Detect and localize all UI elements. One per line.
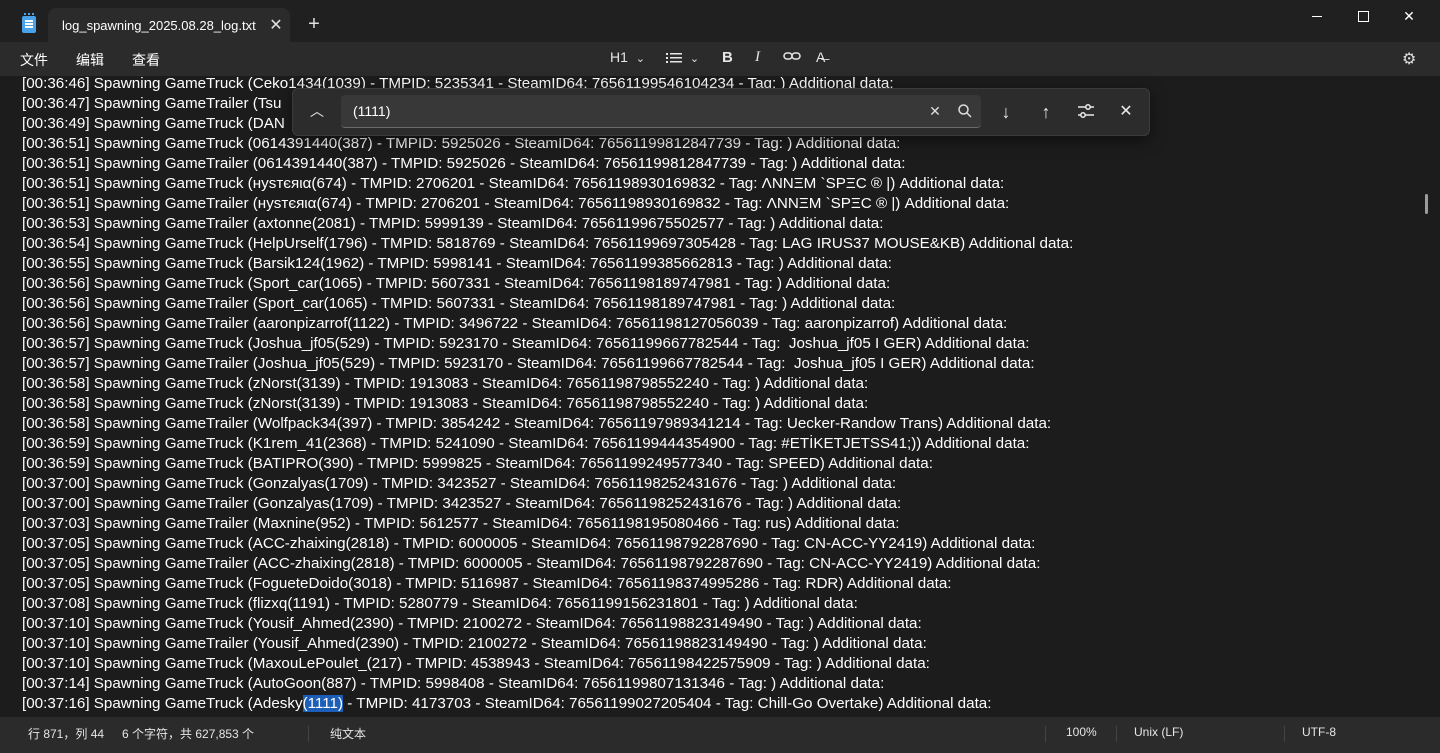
line-text-after: - TMPID: 4173703 - SteamID64: 7656119902…	[343, 695, 992, 712]
encoding[interactable]: UTF-8	[1302, 725, 1336, 739]
selection-count: 6 个字符，共 627,853 个	[122, 727, 255, 741]
divider	[1116, 726, 1117, 742]
text-mode[interactable]: 纯文本	[330, 725, 366, 742]
log-line: [00:36:58] Spawning GameTruck (zNorst(31…	[22, 395, 869, 412]
log-line: [00:36:51] Spawning GameTruck (нуsтєяια(…	[22, 175, 1005, 192]
log-line: [00:36:49] Spawning GameTruck (DAN	[22, 115, 285, 132]
log-line: [00:36:56] Spawning GameTruck (Sport_car…	[22, 275, 891, 292]
gear-icon[interactable]: ⚙	[1402, 49, 1416, 69]
list-icon	[666, 53, 682, 64]
log-line: [00:36:55] Spawning GameTruck (Barsik124…	[22, 255, 892, 272]
collapse-replace-toggle[interactable]: ︿	[307, 101, 327, 121]
menu-bar: 文件 编辑 查看 H1 ⌄ ⌄ B I A̶ ⚙	[0, 42, 1440, 76]
log-line: [00:36:47] Spawning GameTrailer (Tsu	[22, 95, 282, 112]
find-input[interactable]: (1111) ✕	[341, 95, 981, 128]
menu-edit[interactable]: 编辑	[76, 50, 104, 70]
list-dropdown[interactable]: ⌄	[666, 49, 699, 65]
new-tab-button[interactable]: +	[302, 12, 326, 36]
log-line: [00:37:03] Spawning GameTrailer (Maxnine…	[22, 515, 900, 532]
line-ending[interactable]: Unix (LF)	[1134, 725, 1183, 739]
log-line: [00:37:10] Spawning GameTruck (MaxouLePo…	[22, 655, 930, 672]
notepad-app-icon	[22, 13, 36, 33]
log-line: [00:37:10] Spawning GameTrailer (Yousif_…	[22, 635, 927, 652]
find-query: (1111)	[353, 103, 391, 119]
divider	[1045, 726, 1046, 742]
log-line: [00:36:54] Spawning GameTruck (HelpUrsel…	[22, 235, 1074, 252]
menu-file[interactable]: 文件	[20, 50, 48, 70]
link-button[interactable]	[783, 49, 801, 66]
log-line: [00:36:51] Spawning GameTrailer (нуsтєяι…	[22, 195, 1010, 212]
log-line: [00:36:51] Spawning GameTrailer (0614391…	[22, 155, 906, 172]
log-line: [00:37:08] Spawning GameTruck (flizxq(11…	[22, 595, 858, 612]
tab-close-icon[interactable]: ✕	[262, 15, 290, 35]
log-line: [00:36:56] Spawning GameTrailer (aaronpi…	[22, 315, 1008, 332]
tab-title: log_spawning_2025.08.28_log.txt	[62, 17, 256, 33]
maximize-button[interactable]	[1340, 0, 1386, 32]
log-line: [00:36:53] Spawning GameTrailer (axtonne…	[22, 215, 884, 232]
zoom-level[interactable]: 100%	[1066, 725, 1097, 739]
text-editor[interactable]: [00:36:46] Spawning GameTruck (Ceko1434(…	[0, 76, 1440, 717]
find-close-button[interactable]: ✕	[1115, 101, 1137, 123]
window-close-button[interactable]: ✕	[1386, 0, 1432, 32]
find-previous-button[interactable]: ↑	[1035, 101, 1057, 123]
minimize-button[interactable]	[1294, 0, 1340, 32]
log-line: [00:37:05] Spawning GameTrailer (ACC-zha…	[22, 555, 1041, 572]
log-line: [00:37:10] Spawning GameTruck (Yousif_Ah…	[22, 615, 922, 632]
clear-search-icon[interactable]: ✕	[925, 101, 945, 121]
sliders-icon	[1078, 104, 1094, 118]
log-line: [00:36:59] Spawning GameTruck (K1rem_41(…	[22, 435, 1030, 452]
bold-button[interactable]: B	[722, 49, 733, 66]
search-match-highlight: (1111)	[302, 695, 344, 712]
search-icon[interactable]	[955, 101, 975, 121]
log-line: [00:37:05] Spawning GameTruck (FogueteDo…	[22, 575, 952, 592]
log-line: [00:37:05] Spawning GameTruck (ACC-zhaix…	[22, 535, 1036, 552]
find-panel: ︿ (1111) ✕ ↓ ↑ ✕	[292, 88, 1150, 136]
menu-view[interactable]: 查看	[132, 50, 160, 70]
log-line: [00:36:51] Spawning GameTruck (061439144…	[22, 135, 901, 152]
heading-dropdown[interactable]: H1 ⌄	[610, 49, 645, 65]
log-line: [00:36:59] Spawning GameTruck (BATIPRO(3…	[22, 455, 933, 472]
log-line: [00:36:58] Spawning GameTrailer (Wolfpac…	[22, 415, 1052, 432]
find-next-button[interactable]: ↓	[995, 101, 1017, 123]
scrollbar-thumb[interactable]	[1425, 194, 1428, 214]
title-bar: log_spawning_2025.08.28_log.txt ✕ + ✕	[0, 0, 1440, 42]
chevron-down-icon: ⌄	[635, 53, 646, 65]
heading-label: H1	[610, 49, 628, 65]
log-line: [00:37:00] Spawning GameTruck (Gonzalyas…	[22, 475, 897, 492]
status-bar: 行 871，列 44 6 个字符，共 627,853 个 纯文本 100% Un…	[0, 717, 1440, 753]
chevron-down-icon: ⌄	[689, 53, 700, 65]
log-line: [00:37:00] Spawning GameTrailer (Gonzaly…	[22, 495, 902, 512]
divider	[308, 726, 309, 742]
clear-format-button[interactable]: A̶	[816, 49, 825, 65]
find-options-button[interactable]	[1075, 101, 1097, 123]
italic-button[interactable]: I	[755, 49, 760, 66]
link-icon	[783, 52, 801, 60]
log-line: [00:37:14] Spawning GameTruck (AutoGoon(…	[22, 675, 885, 692]
log-line: [00:36:57] Spawning GameTruck (Joshua_jf…	[22, 335, 1030, 352]
cursor-position: 行 871，列 44	[28, 727, 105, 741]
divider	[1284, 726, 1285, 742]
log-line: [00:36:56] Spawning GameTrailer (Sport_c…	[22, 295, 896, 312]
log-line: [00:36:57] Spawning GameTrailer (Joshua_…	[22, 355, 1035, 372]
log-line: [00:36:58] Spawning GameTruck (zNorst(31…	[22, 375, 869, 392]
log-line-current: [00:37:16] Spawning GameTruck (Adesky(11…	[22, 694, 991, 714]
line-text-before: [00:37:16] Spawning GameTruck (Adesky	[22, 695, 303, 712]
tab-log-file[interactable]: log_spawning_2025.08.28_log.txt ✕	[48, 8, 290, 42]
